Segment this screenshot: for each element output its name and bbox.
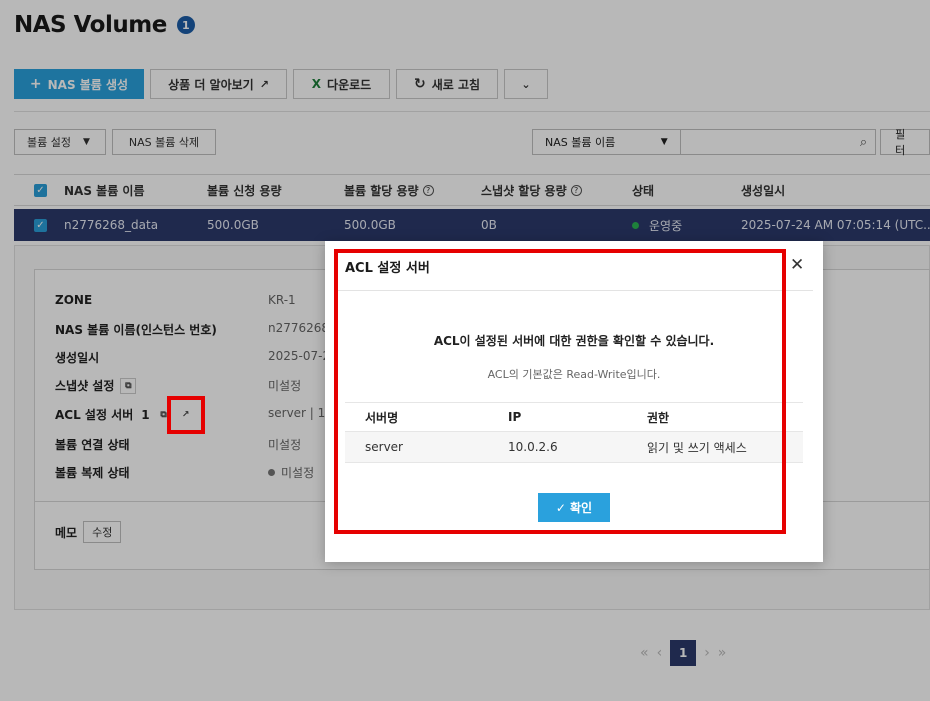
modal-sub-message: ACL의 기본값은 Read-Write입니다. — [487, 368, 661, 381]
table-row: server 10.0.2.6 읽기 및 쓰기 액세스 — [345, 432, 803, 463]
check-icon: ✓ — [555, 500, 566, 515]
close-icon[interactable]: ✕ — [790, 257, 804, 274]
col-ip: IP — [508, 410, 522, 424]
col-server: 서버명 — [365, 410, 399, 425]
row-permission: 읽기 및 쓰기 액세스 — [647, 440, 747, 455]
modal-message: ACL이 설정된 서버에 대한 권한을 확인할 수 있습니다. — [433, 334, 715, 348]
row-server: server — [365, 440, 403, 454]
acl-modal: ACL 설정 서버 ✕ ACL이 설정된 서버에 대한 권한을 확인할 수 있습… — [325, 241, 823, 562]
modal-title: ACL 설정 서버 — [345, 261, 430, 276]
confirm-button[interactable]: ✓ 확인 — [538, 493, 610, 522]
col-permission: 권한 — [647, 410, 670, 425]
acl-table-header: 서버명 IP 권한 — [345, 402, 803, 432]
row-ip: 10.0.2.6 — [508, 440, 558, 454]
modal-divider — [335, 290, 813, 291]
acl-table: 서버명 IP 권한 server 10.0.2.6 읽기 및 쓰기 액세스 — [345, 402, 803, 463]
